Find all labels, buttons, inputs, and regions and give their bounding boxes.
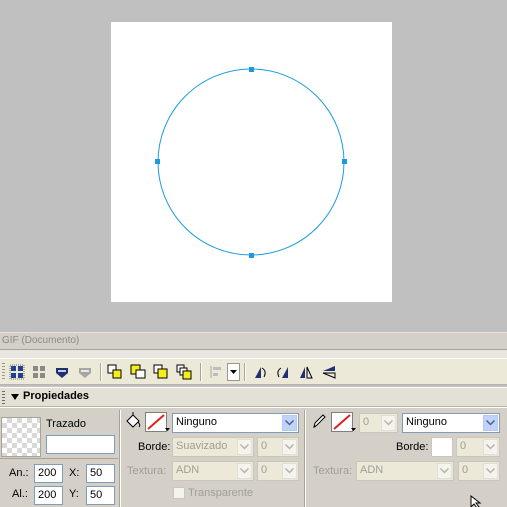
chevron-down-icon — [282, 439, 297, 455]
stroke-size-value: 0 — [363, 416, 370, 428]
fill-texture-amount: 0 — [257, 461, 299, 481]
stroke-edge-label: Borde: — [396, 441, 429, 453]
panel-grip[interactable] — [2, 391, 5, 404]
group-icon[interactable] — [7, 362, 27, 382]
stroke-texture-label: Textura: — [313, 465, 353, 477]
transparent-checkbox — [173, 487, 185, 499]
fill-texture-amount-value: 0 — [261, 464, 268, 476]
object-thumbnail — [1, 417, 41, 457]
object-type-label: Trazado — [46, 418, 86, 430]
stroke-type-select[interactable]: Ninguno — [402, 413, 500, 433]
stroke-texture-amount: 0 — [458, 461, 500, 481]
chevron-down-icon — [237, 463, 252, 479]
stroke-texture-amount-value: 0 — [462, 464, 469, 476]
flip-horizontal-icon[interactable] — [296, 362, 316, 382]
split-icon[interactable] — [75, 362, 95, 382]
stroke-type-value: Ninguno — [406, 416, 447, 428]
stroke-texture-select: ADN — [356, 461, 454, 481]
chevron-down-icon — [437, 463, 452, 479]
stroke-edge-amount-value: 0 — [460, 440, 467, 452]
object-name-field[interactable] — [46, 435, 115, 454]
collapse-arrow-icon[interactable] — [11, 394, 19, 400]
stroke-edge-swatch — [431, 437, 453, 457]
fill-edge-value: Suavizado — [176, 440, 228, 452]
anchor-point-bottom[interactable] — [249, 253, 254, 258]
anchor-point-right[interactable] — [342, 159, 347, 164]
flip-vertical-icon[interactable] — [319, 362, 339, 382]
join-icon[interactable] — [52, 362, 72, 382]
chevron-down-icon[interactable] — [483, 415, 498, 431]
fill-type-select[interactable]: Ninguno — [172, 413, 299, 433]
transparent-label: Transparente — [188, 487, 254, 499]
rotate-right-icon[interactable] — [273, 362, 293, 382]
fill-swatch-arrow-icon[interactable] — [165, 428, 170, 432]
properties-panel: Trazado An.: 200 X: 50 Al.: 200 Y: 50 Ni… — [0, 407, 507, 507]
stroke-swatch-arrow-icon[interactable] — [351, 428, 356, 432]
rotate-left-icon[interactable] — [250, 362, 270, 382]
modify-toolbar — [0, 358, 507, 385]
fill-edge-select: Suavizado — [172, 437, 254, 457]
panel-divider[interactable] — [0, 350, 507, 358]
pencil-icon — [311, 413, 327, 429]
y-label: Y: — [69, 488, 79, 500]
fill-edge-label: Borde: — [138, 441, 171, 453]
fill-type-value: Ninguno — [176, 416, 217, 428]
fill-edge-amount: 0 — [257, 437, 299, 457]
align-dropdown-button[interactable] — [227, 363, 240, 381]
document-title-bar: GIF (Documento) — [0, 332, 507, 350]
properties-panel-header[interactable]: Propiedades — [0, 387, 507, 407]
toolbar-grip[interactable] — [2, 363, 5, 381]
chevron-down-icon — [381, 415, 396, 431]
width-field[interactable]: 200 — [34, 464, 63, 483]
fill-color-swatch[interactable] — [145, 412, 167, 432]
fill-edge-amount-value: 0 — [261, 440, 268, 452]
anchor-point-top[interactable] — [249, 67, 254, 72]
stroke-texture-value: ADN — [360, 464, 384, 476]
circle-path[interactable] — [157, 68, 345, 256]
stroke-edge-amount: 0 — [456, 437, 500, 457]
height-field[interactable]: 200 — [34, 486, 63, 505]
chevron-down-icon[interactable] — [282, 415, 297, 431]
stroke-size-select: 0 — [359, 413, 398, 433]
bring-forward-icon[interactable] — [128, 362, 148, 382]
fill-texture-select: ADN — [172, 461, 254, 481]
stroke-color-swatch[interactable] — [331, 412, 353, 432]
document-title: GIF (Documento) — [2, 335, 80, 346]
x-label: X: — [69, 467, 80, 479]
panel-title: Propiedades — [23, 390, 90, 402]
selected-circle-path[interactable] — [0, 0, 507, 332]
chevron-down-icon — [483, 463, 498, 479]
x-field[interactable]: 50 — [86, 464, 115, 483]
ungroup-icon[interactable] — [29, 362, 49, 382]
mouse-cursor-icon — [470, 495, 482, 507]
bring-to-front-icon[interactable] — [105, 362, 125, 382]
chevron-down-icon — [237, 439, 252, 455]
fill-texture-label: Textura: — [127, 465, 167, 477]
chevron-down-icon — [483, 439, 498, 455]
fill-texture-value: ADN — [176, 464, 200, 476]
width-label: An.: — [9, 467, 29, 479]
y-field[interactable]: 50 — [86, 486, 115, 505]
send-backward-icon[interactable] — [151, 362, 171, 382]
height-label: Al.: — [12, 488, 28, 500]
send-to-back-icon[interactable] — [174, 362, 194, 382]
fill-bucket-icon — [124, 412, 142, 430]
align-icon[interactable] — [206, 362, 226, 382]
anchor-point-left[interactable] — [155, 159, 160, 164]
chevron-down-icon — [282, 463, 297, 479]
